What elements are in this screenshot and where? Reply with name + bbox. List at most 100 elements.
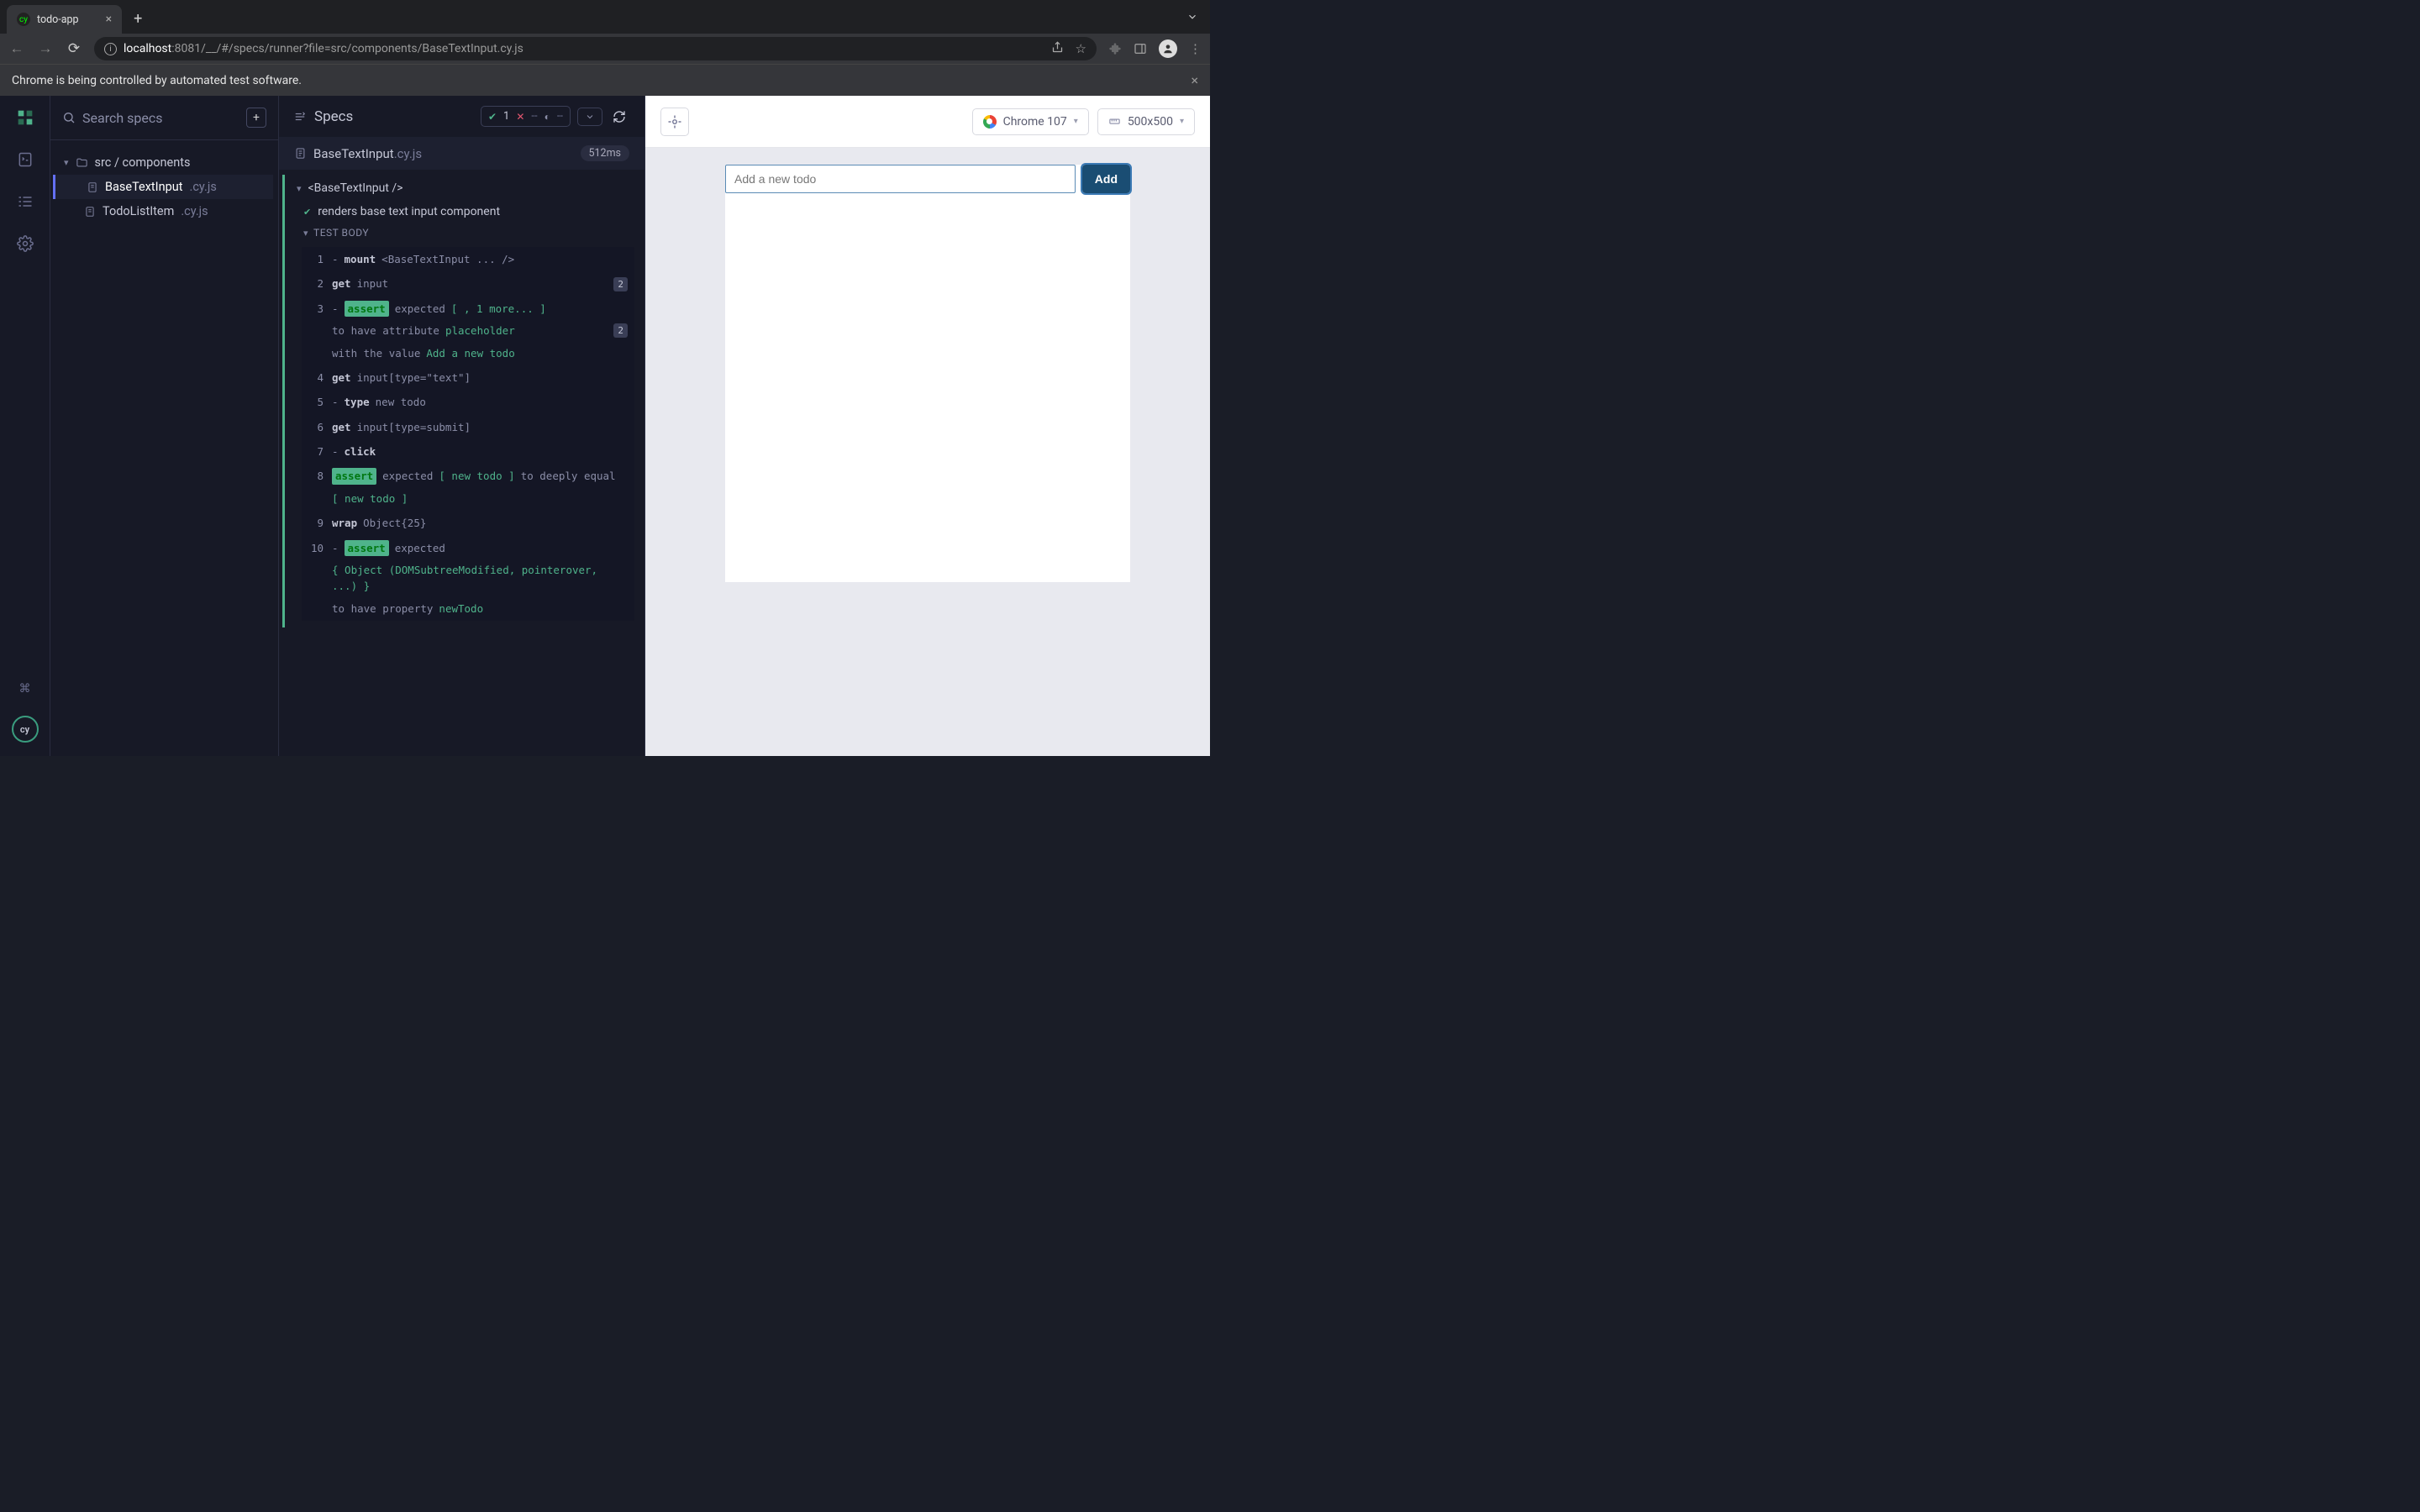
collapse-icon[interactable] [294, 111, 306, 123]
assert-token: to have attribute [332, 323, 439, 339]
suite-header[interactable]: ▾ <BaseTextInput /> [285, 175, 641, 202]
check-icon: ✔ [303, 207, 311, 218]
url-bar[interactable]: i localhost:8081/__/#/specs/runner?file=… [94, 37, 1097, 60]
selector-playground-button[interactable] [660, 108, 689, 136]
menu-icon[interactable]: ⋮ [1189, 41, 1202, 56]
todo-input[interactable] [725, 165, 1076, 193]
folder-icon [76, 156, 88, 169]
command-arg: Object{25} [363, 515, 426, 531]
specs-nav-icon[interactable] [15, 150, 35, 170]
url-path: :8081/__/#/specs/runner?file=src/compone… [171, 42, 523, 55]
reload-button[interactable]: ⟳ [66, 40, 82, 57]
spec-sidebar: Search specs + ▾ src / components BaseTe… [50, 96, 279, 756]
viewport-selector[interactable]: 500x500 ▾ [1097, 108, 1195, 135]
command-row[interactable]: 9wrap Object{25} [302, 511, 634, 535]
browser-selector[interactable]: Chrome 107 ▾ [972, 108, 1089, 135]
suite-title: <BaseTextInput /> [308, 181, 403, 195]
command-row[interactable]: 10-assert expected { Object (DOMSubtreeM… [302, 536, 634, 622]
runs-nav-icon[interactable] [15, 192, 35, 212]
command-row[interactable]: 5-type new todo [302, 390, 634, 414]
chevron-down-icon: ▾ [64, 157, 69, 168]
command-number: 9 [308, 515, 324, 531]
site-info-icon[interactable]: i [104, 43, 117, 55]
info-bar-close-icon[interactable]: × [1191, 72, 1198, 88]
command-row[interactable]: 6get input[type=submit] [302, 415, 634, 439]
tab-bar: cy todo-app × + [0, 0, 1210, 34]
child-indicator: - [332, 301, 339, 317]
chevron-down-icon: ▾ [1074, 117, 1078, 126]
browser-actions: ⋮ [1108, 39, 1202, 58]
tab-favicon: cy [17, 13, 30, 26]
assert-token: expected [395, 301, 445, 317]
assert-badge: assert [332, 468, 376, 484]
assert-badge: assert [345, 540, 389, 556]
sidepanel-icon[interactable] [1134, 42, 1147, 55]
aut-panel: Chrome 107 ▾ 500x500 ▾ Add [645, 96, 1210, 756]
spec-file-item[interactable]: BaseTextInput.cy.js [53, 175, 273, 199]
command-row[interactable]: 1-mount <BaseTextInput ... /> [302, 247, 634, 271]
cypress-logo-icon[interactable] [15, 108, 35, 128]
command-name: mount [345, 251, 376, 267]
pending-icon: ◐ [544, 111, 550, 123]
bookmark-icon[interactable]: ☆ [1076, 41, 1086, 56]
command-log: 1-mount <BaseTextInput ... /> 2 get input 2… [302, 247, 634, 621]
child-indicator: - [332, 251, 339, 267]
assert-token: expected [395, 540, 445, 556]
test-body-header[interactable]: ▾ TEST BODY [285, 222, 641, 244]
back-button: ← [8, 40, 25, 57]
command-row[interactable]: 2get input2 [302, 271, 634, 296]
add-button[interactable]: Add [1082, 165, 1130, 193]
stats-pill: ✔ 1 ✕ -- ◐ -- [481, 106, 571, 127]
command-number: 3 [308, 301, 324, 317]
chevron-down-icon: ▾ [1180, 117, 1184, 126]
failed-count: -- [531, 110, 537, 123]
share-icon[interactable] [1051, 41, 1064, 56]
spec-title-row[interactable]: BaseTextInput.cy.js 512ms [279, 137, 644, 170]
command-arg: input[type="text"] [357, 370, 471, 386]
keyboard-shortcuts-icon[interactable]: ⌘ [15, 679, 35, 699]
file-icon [87, 181, 98, 193]
options-dropdown[interactable] [577, 108, 602, 126]
url-host: localhost [124, 42, 171, 55]
browser-label: Chrome 107 [1003, 115, 1067, 129]
command-arg: input[type=submit] [357, 419, 471, 435]
spec-duration: 512ms [581, 145, 630, 161]
command-arg: new todo [376, 394, 426, 410]
command-name: get [332, 419, 351, 435]
tab-close-icon[interactable]: × [106, 13, 112, 26]
element-count-badge: 2 [613, 323, 628, 338]
pending-count: -- [557, 110, 563, 123]
assert-token: [ new todo ] [439, 468, 514, 484]
search-input[interactable]: Search specs [62, 110, 239, 126]
chevron-down-icon: ▾ [303, 228, 308, 239]
tabs-overflow-icon[interactable] [1186, 11, 1210, 23]
assert-token: to have property [332, 601, 433, 617]
extensions-icon[interactable] [1108, 42, 1122, 55]
command-row[interactable]: 4get input[type="text"] [302, 365, 634, 390]
command-row[interactable]: 7-click [302, 439, 634, 464]
file-icon [294, 147, 307, 160]
assert-token: Add a new todo [426, 345, 514, 361]
command-arg: input [357, 276, 389, 291]
new-spec-button[interactable]: + [246, 108, 266, 128]
command-row[interactable]: 8assert expected [ new todo ] to deeply … [302, 464, 634, 511]
element-count-badge: 2 [613, 277, 628, 291]
chrome-icon [983, 115, 997, 129]
cypress-badge-icon[interactable]: cy [12, 716, 39, 743]
assert-token: newTodo [439, 601, 483, 617]
browser-tab[interactable]: cy todo-app × [7, 5, 122, 34]
profile-avatar[interactable] [1159, 39, 1177, 58]
rerun-button[interactable] [609, 107, 629, 127]
search-icon [62, 111, 76, 124]
info-bar-text: Chrome is being controlled by automated … [12, 74, 302, 87]
command-row[interactable]: 3-assert expected [ , 1 more... ] to hav… [302, 297, 634, 365]
child-indicator: - [332, 394, 339, 410]
settings-nav-icon[interactable] [15, 234, 35, 254]
command-arg: <BaseTextInput ... /> [381, 251, 514, 267]
test-row[interactable]: ✔ renders base text input component [285, 202, 641, 222]
test-suite: ▾ <BaseTextInput /> ✔ renders base text … [282, 175, 641, 627]
tree-folder[interactable]: ▾ src / components [55, 150, 273, 175]
new-tab-button[interactable]: + [125, 10, 150, 28]
chevron-down-icon: ▾ [297, 183, 302, 194]
spec-file-item[interactable]: TodoListItem.cy.js [55, 199, 273, 223]
